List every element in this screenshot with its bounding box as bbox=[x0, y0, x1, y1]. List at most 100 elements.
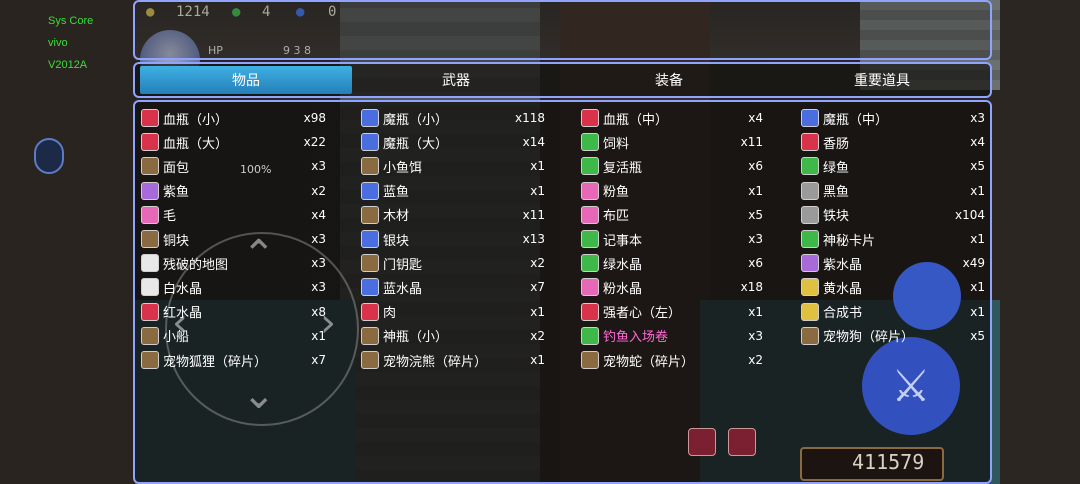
item-count: x4 bbox=[970, 135, 985, 150]
inventory-item[interactable]: 魔瓶（中） x3 bbox=[801, 107, 985, 129]
wood-icon bbox=[361, 205, 379, 224]
inventory-item[interactable]: 血瓶（大） x22 bbox=[141, 131, 326, 153]
holy-potion-icon bbox=[361, 326, 379, 345]
inventory-item[interactable]: 粉水晶 x18 bbox=[581, 276, 763, 298]
inventory-item[interactable]: 宠物狗（碎片） x5 bbox=[801, 325, 985, 347]
map-icon bbox=[141, 254, 159, 273]
attack-button[interactable]: ⚔ bbox=[862, 337, 960, 435]
inventory-item[interactable]: 粉鱼 x1 bbox=[581, 180, 763, 202]
inventory-item[interactable]: 布匹 x5 bbox=[581, 204, 763, 226]
inventory-item[interactable]: 神瓶（小） x2 bbox=[361, 325, 545, 347]
quick-potion-2[interactable] bbox=[728, 428, 756, 456]
big-red-potion-icon bbox=[141, 133, 159, 152]
item-count: x3 bbox=[311, 280, 326, 295]
inventory-item[interactable]: 饲料 x11 bbox=[581, 131, 763, 153]
heart-icon bbox=[581, 302, 599, 321]
item-count: x4 bbox=[748, 111, 763, 125]
item-name: 红水晶 bbox=[163, 306, 203, 322]
fur-icon bbox=[141, 205, 159, 224]
item-name: 宠物浣熊（碎片） bbox=[383, 354, 488, 370]
inventory-item[interactable]: 小鱼饵 x1 bbox=[361, 155, 545, 177]
tab-weapons[interactable]: 武器 bbox=[350, 66, 562, 94]
inventory-item[interactable]: 绿鱼 x5 bbox=[801, 155, 985, 177]
item-count: x1 bbox=[530, 353, 545, 367]
item-count: x3 bbox=[311, 232, 326, 246]
down-arrow-icon[interactable]: ⌄ bbox=[242, 372, 276, 418]
bread-icon bbox=[141, 157, 159, 176]
inventory-item[interactable]: 红水晶 x8 bbox=[141, 301, 326, 323]
inventory-item[interactable]: 铁块 x104 bbox=[801, 204, 985, 226]
inventory-item[interactable]: 强者心（左） x1 bbox=[581, 301, 763, 323]
black-fish-icon bbox=[801, 181, 819, 200]
item-count: x14 bbox=[522, 135, 545, 150]
inventory-item[interactable]: 血瓶（中） x4 bbox=[581, 107, 763, 129]
item-count: x6 bbox=[748, 159, 763, 174]
item-count: x1 bbox=[530, 304, 545, 319]
crossed-swords-icon: ⚔ bbox=[891, 360, 931, 412]
inventory-item[interactable]: 门钥匙 x2 bbox=[361, 252, 545, 274]
inventory-item[interactable]: 宠物浣熊（碎片） x1 bbox=[361, 349, 545, 371]
inventory-item[interactable]: 白水晶 x3 bbox=[141, 276, 326, 298]
inventory-item[interactable]: 木材 x11 bbox=[361, 204, 545, 226]
item-name: 紫鱼 bbox=[163, 185, 190, 201]
tab-equipment[interactable]: 装备 bbox=[563, 66, 775, 94]
gold-value: 411579 bbox=[852, 450, 925, 474]
inventory-item[interactable]: 银块 x13 bbox=[361, 228, 545, 250]
inventory-item[interactable]: 黄水晶 x1 bbox=[801, 276, 985, 298]
sausage-icon bbox=[801, 133, 819, 152]
side-toggle-button[interactable] bbox=[34, 138, 64, 174]
notebook-icon bbox=[581, 230, 599, 248]
item-count: x104 bbox=[954, 207, 985, 222]
item-count: x11 bbox=[522, 207, 545, 222]
bait-icon bbox=[361, 157, 379, 176]
item-name: 神瓶（小） bbox=[383, 330, 449, 346]
inventory-item[interactable]: 面包 x3 bbox=[141, 155, 326, 177]
item-count: x49 bbox=[962, 256, 985, 271]
inventory-item[interactable]: 香肠 x4 bbox=[801, 131, 985, 153]
raccoon-icon bbox=[361, 351, 379, 369]
inventory-item[interactable]: 宠物蛇（碎片） x2 bbox=[581, 349, 763, 371]
item-name: 血瓶（小） bbox=[163, 112, 229, 128]
blue-fish-icon bbox=[361, 181, 379, 200]
item-name: 魔瓶（小） bbox=[383, 112, 449, 128]
item-name: 粉鱼 bbox=[603, 185, 630, 201]
inventory-item[interactable]: 残破的地图 x3 bbox=[141, 252, 326, 274]
item-name: 粉水晶 bbox=[603, 281, 643, 297]
inventory-item[interactable]: 紫鱼 x2 bbox=[141, 180, 326, 202]
tab-items[interactable]: 物品 bbox=[140, 66, 352, 94]
key-icon bbox=[361, 254, 379, 273]
inventory-item[interactable]: 血瓶（小） x98 bbox=[141, 107, 326, 129]
silver-icon bbox=[361, 230, 379, 248]
inventory-item[interactable]: 毛 x4 bbox=[141, 204, 326, 226]
inventory-item[interactable]: 宠物狐狸（碎片） x7 bbox=[141, 349, 326, 371]
quick-potion-1[interactable] bbox=[688, 428, 716, 456]
inventory-item[interactable]: 紫水晶 x49 bbox=[801, 252, 985, 274]
item-count: x11 bbox=[740, 135, 763, 150]
inventory-item[interactable]: 魔瓶（大） x14 bbox=[361, 131, 545, 153]
inventory-item[interactable]: 合成书 x1 bbox=[801, 301, 985, 323]
tab-key-items[interactable]: 重要道具 bbox=[776, 66, 988, 94]
purple-crystal-icon bbox=[801, 254, 819, 273]
inventory-item[interactable]: 绿水晶 x6 bbox=[581, 252, 763, 274]
inventory-item[interactable]: 钓鱼入场卷 x3 bbox=[581, 325, 763, 347]
inventory-item[interactable]: 蓝鱼 x1 bbox=[361, 180, 545, 202]
inventory-item[interactable]: 肉 x1 bbox=[361, 301, 545, 323]
inventory-item[interactable]: 复活瓶 x6 bbox=[581, 155, 763, 177]
item-count: x118 bbox=[514, 111, 545, 125]
item-count: x1 bbox=[311, 328, 326, 343]
big-blue-potion-icon bbox=[361, 133, 379, 152]
inventory-item[interactable]: 小船 x1 bbox=[141, 325, 326, 347]
item-count: x1 bbox=[970, 232, 985, 246]
inventory-item[interactable]: 黑鱼 x1 bbox=[801, 180, 985, 202]
snake-icon bbox=[581, 351, 599, 369]
inventory-item[interactable]: 蓝水晶 x7 bbox=[361, 276, 545, 298]
item-name: 合成书 bbox=[823, 306, 863, 322]
item-count: x1 bbox=[748, 304, 763, 319]
inventory-item[interactable]: 记事本 x3 bbox=[581, 228, 763, 250]
mid-red-potion-icon bbox=[581, 109, 599, 127]
fox-icon bbox=[141, 351, 159, 369]
inventory-item[interactable]: 魔瓶（小） x118 bbox=[361, 107, 545, 129]
item-count: x5 bbox=[970, 159, 985, 174]
inventory-item[interactable]: 神秘卡片 x1 bbox=[801, 228, 985, 250]
inventory-item[interactable]: 铜块 x3 bbox=[141, 228, 326, 250]
